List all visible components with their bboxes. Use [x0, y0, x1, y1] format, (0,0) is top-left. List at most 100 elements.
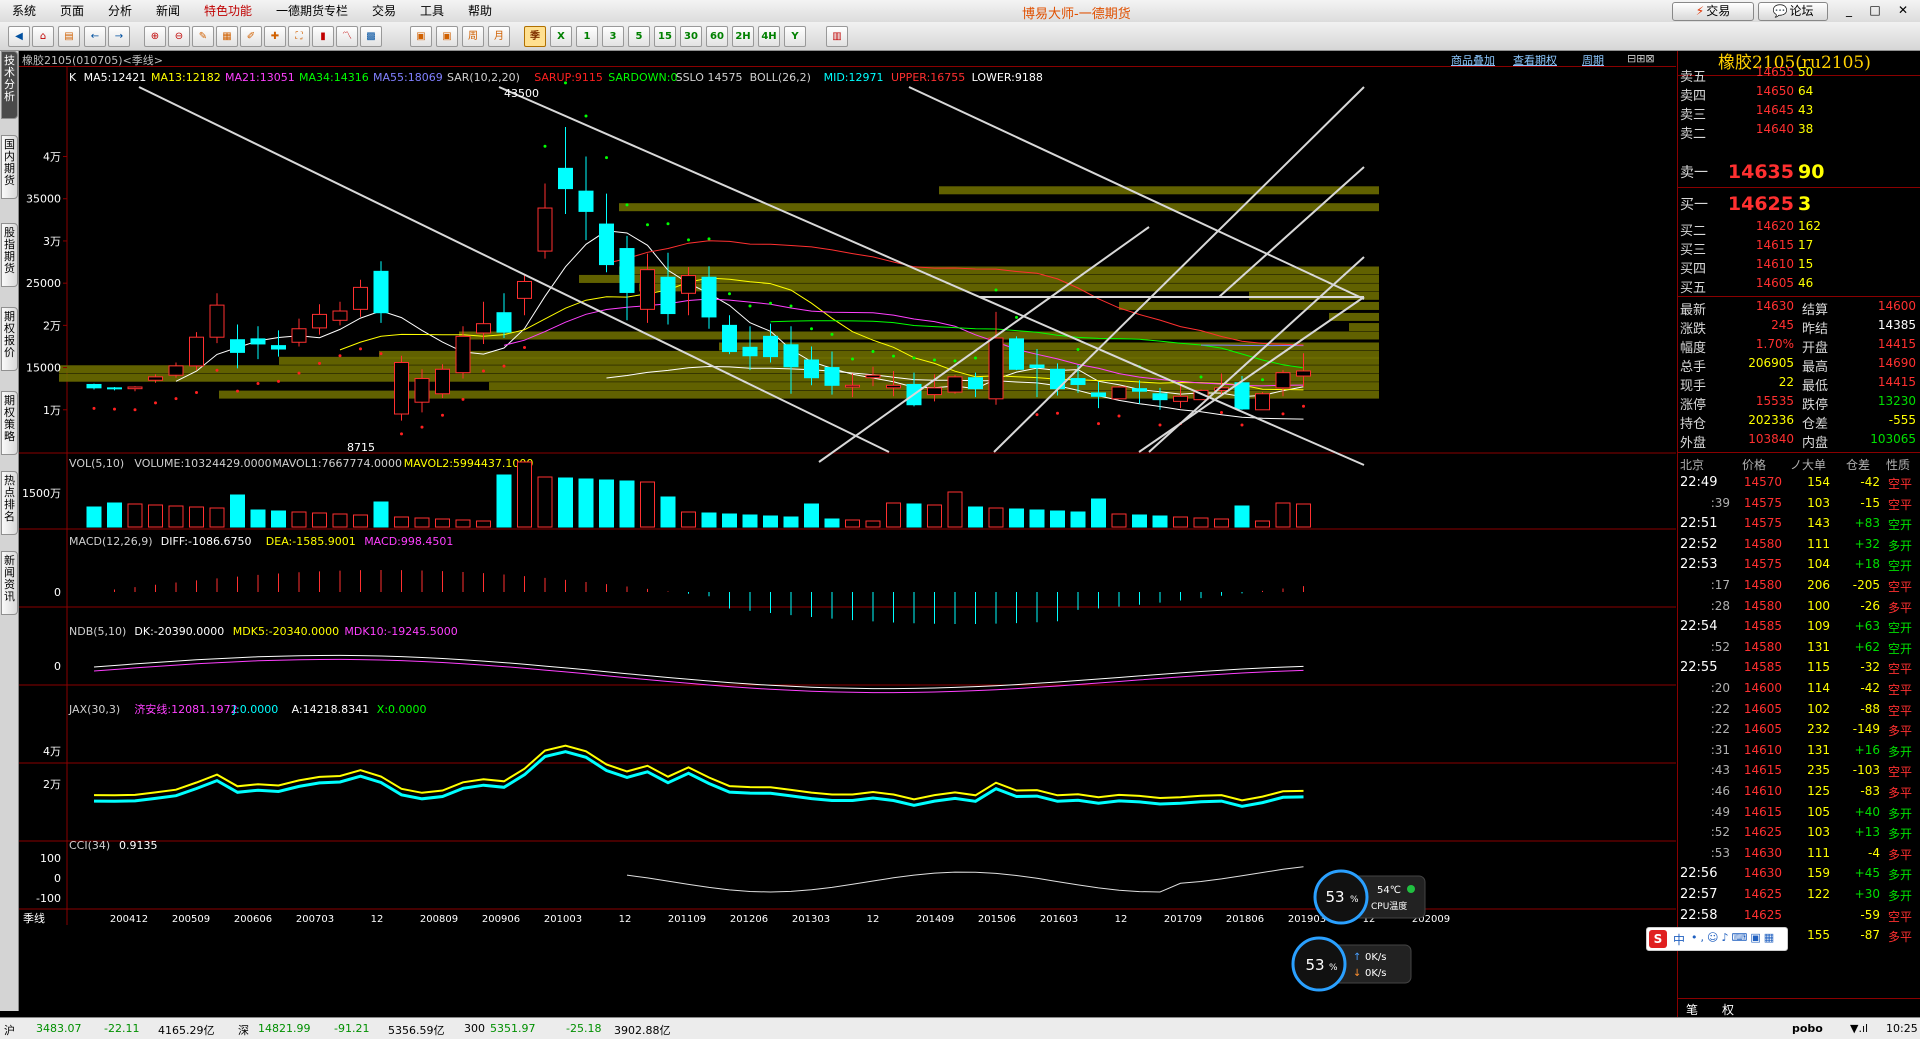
bar-chart-icon[interactable]: ▮	[312, 26, 334, 47]
ime-toolbar[interactable]: S 中 •,☺♪⌨▣▦	[1646, 927, 1788, 951]
sogou-ime-icon[interactable]: S	[1649, 930, 1667, 948]
view-options-link[interactable]: 查看期权	[1513, 52, 1557, 68]
volume-profile-band	[1119, 301, 1379, 310]
tick-oi-change: +16	[1854, 742, 1880, 757]
layout-icon[interactable]: ▦	[216, 26, 238, 47]
tab-technical-analysis[interactable]: 技术分析	[1, 51, 18, 119]
period-5min-button[interactable]: 5	[628, 26, 650, 47]
period-month-button[interactable]: 月	[488, 26, 510, 47]
arrow-left-icon[interactable]: ←	[84, 26, 106, 47]
stat-label: 最低	[1802, 379, 1829, 394]
tick-oi-change: -42	[1860, 681, 1880, 695]
bottom-tab-rights[interactable]: 权	[1722, 1001, 1734, 1018]
bid-price[interactable]: 14620	[1714, 219, 1794, 233]
menu-yide-column[interactable]: 一德期货专栏	[276, 3, 348, 19]
ask-price[interactable]: 14650	[1714, 84, 1794, 98]
home-icon[interactable]: ⌂	[32, 26, 54, 47]
forum-button[interactable]: 💬 论坛	[1758, 2, 1828, 21]
ime-tool-icons[interactable]: •,☺♪⌨▣▦	[1691, 931, 1777, 944]
sar-dot	[748, 304, 752, 308]
back-icon[interactable]: ◀	[8, 26, 30, 47]
bid-price[interactable]: 14615	[1714, 238, 1794, 252]
calculator-icon[interactable]: ▥	[826, 26, 848, 47]
bottom-tab-trades[interactable]: 笔	[1686, 1001, 1698, 1018]
menu-help[interactable]: 帮助	[468, 3, 492, 19]
minimize-icon[interactable]: _	[1838, 2, 1860, 19]
chat-bubble-icon: 💬	[1772, 4, 1788, 18]
menu-trade[interactable]: 交易	[372, 3, 396, 19]
sar-dot	[1117, 414, 1121, 418]
layout-switch-icon[interactable]: ⊟⊞⊠	[1627, 52, 1655, 65]
tick-volume: 131	[1807, 639, 1830, 654]
arrow-right-icon[interactable]: →	[108, 26, 130, 47]
sar-dot	[318, 361, 321, 365]
period-link[interactable]: 周期	[1582, 52, 1604, 68]
sar-dot	[912, 356, 916, 360]
tick-volume: 122	[1807, 887, 1830, 901]
folder-icon[interactable]: ▤	[58, 26, 80, 47]
draw-icon[interactable]: ✐	[240, 26, 262, 47]
period-2h-button[interactable]: 2H	[732, 26, 754, 47]
calendar-week-icon[interactable]: ▣	[436, 26, 458, 47]
menu-features[interactable]: 特色功能	[204, 3, 252, 19]
period-quarter-button[interactable]: 季	[524, 26, 546, 47]
candle-body	[1152, 393, 1168, 401]
jax-legend-text: J:0.0000	[232, 703, 278, 716]
period-week-button[interactable]: 周	[462, 26, 484, 47]
tick-nature: 空平	[1888, 662, 1913, 677]
crosshair-icon[interactable]: ✚	[264, 26, 286, 47]
bid-price[interactable]: 14625	[1714, 193, 1794, 215]
sar-dot	[338, 354, 342, 358]
maximize-icon[interactable]: □	[1864, 2, 1886, 19]
bid-price[interactable]: 14610	[1714, 257, 1794, 271]
volume-bar	[250, 509, 266, 528]
ask-price[interactable]: 14655	[1714, 65, 1794, 79]
ruler-icon[interactable]: ✎	[192, 26, 214, 47]
candle-body	[845, 384, 860, 388]
menu-page[interactable]: 页面	[60, 3, 84, 19]
menu-news[interactable]: 新闻	[156, 3, 180, 19]
period-3min-button[interactable]: 3	[602, 26, 624, 47]
period-1min-button[interactable]: 1	[576, 26, 598, 47]
ask-price[interactable]: 14640	[1714, 122, 1794, 136]
sar-dot	[236, 389, 239, 393]
volume-bar	[1152, 515, 1168, 528]
menu-system[interactable]: 系统	[12, 3, 36, 19]
tab-domestic-futures[interactable]: 国内期货	[1, 135, 18, 199]
tick-oi-change: +18	[1854, 557, 1880, 572]
period-4h-button[interactable]: 4H	[758, 26, 780, 47]
calendar-day-icon[interactable]: ▣	[410, 26, 432, 47]
period-year-button[interactable]: Y	[784, 26, 806, 47]
close-icon[interactable]: ✕	[1892, 2, 1914, 19]
sar-dot	[256, 381, 260, 385]
period-15min-button[interactable]: 15	[654, 26, 676, 47]
fullscreen-icon[interactable]: ⛶	[288, 26, 310, 47]
volume-bar	[845, 519, 860, 528]
table-icon[interactable]: ▩	[360, 26, 382, 47]
tab-index-futures[interactable]: 股指期货	[1, 223, 18, 287]
ask-price[interactable]: 14645	[1714, 103, 1794, 117]
bid-price[interactable]: 14605	[1714, 276, 1794, 290]
overlay-commodity-link[interactable]: 商品叠加	[1451, 52, 1495, 68]
status-300-change: -25.18	[566, 1022, 602, 1035]
line-chart-icon[interactable]: 〽	[336, 26, 358, 47]
period-60min-button[interactable]: 60	[706, 26, 728, 47]
zoom-in-icon[interactable]: ⊕	[144, 26, 166, 47]
period-x-button[interactable]: X	[550, 26, 572, 47]
zoom-out-icon[interactable]: ⊖	[168, 26, 190, 47]
chart-canvas[interactable]: K MA5:12421 MA13:12182 MA21:13051 MA34:14316…	[19, 67, 1676, 1017]
stat-label: 最新	[1680, 303, 1707, 318]
menu-analysis[interactable]: 分析	[108, 3, 132, 19]
menu-tools[interactable]: 工具	[420, 3, 444, 19]
ask-price[interactable]: 14635	[1714, 161, 1794, 183]
chart-area[interactable]: 橡胶2105(010705)<季线> 商品叠加 查看期权 周期 ⊟⊞⊠ K MA5…	[19, 51, 1676, 1017]
tick-oi-change: +83	[1854, 516, 1880, 531]
trade-button[interactable]: ⚡ 交易	[1672, 2, 1754, 21]
stat-value: 13230	[1877, 394, 1916, 408]
tab-options-strategy[interactable]: 期权策略	[1, 391, 18, 455]
period-30min-button[interactable]: 30	[680, 26, 702, 47]
tab-news[interactable]: 新闻资讯	[1, 551, 18, 615]
tab-hot-ranking[interactable]: 热点排名	[1, 471, 18, 535]
tab-options-quotes[interactable]: 期权报价	[1, 307, 18, 371]
ime-chinese-mode[interactable]: 中	[1673, 931, 1685, 948]
